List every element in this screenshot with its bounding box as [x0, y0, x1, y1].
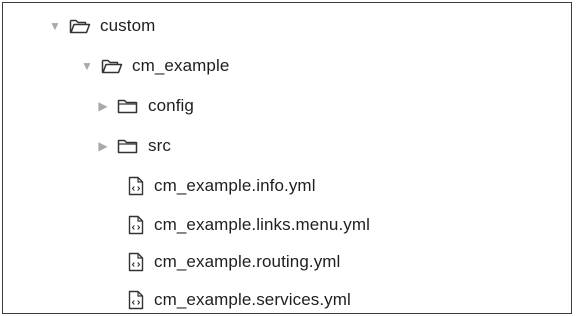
- tree-item-cm-example[interactable]: cm_example: [3, 47, 571, 85]
- file-tree: custom cm_example config: [3, 3, 571, 313]
- folder-open-icon: [69, 19, 91, 34]
- folder-icon: [117, 99, 138, 114]
- code-file-icon: [128, 215, 144, 235]
- tree-item-label: cm_example.links.menu.yml: [154, 215, 371, 234]
- tree-item-label: custom: [100, 16, 156, 35]
- tree-item-links-menu-yml[interactable]: cm_example.links.menu.yml: [3, 206, 571, 244]
- tree-item-config[interactable]: config: [3, 87, 571, 125]
- tree-item-label: cm_example: [132, 56, 230, 75]
- disclosure-triangle-collapsed-icon[interactable]: [97, 100, 109, 112]
- folder-open-icon: [101, 59, 123, 74]
- tree-item-info-yml[interactable]: cm_example.info.yml: [3, 167, 571, 205]
- tree-item-src[interactable]: src: [3, 127, 571, 165]
- disclosure-triangle-expanded-icon[interactable]: [49, 20, 61, 32]
- disclosure-triangle-expanded-icon[interactable]: [81, 60, 93, 72]
- code-file-icon: [128, 176, 144, 196]
- folder-icon: [117, 139, 138, 154]
- disclosure-triangle-collapsed-icon[interactable]: [97, 140, 109, 152]
- tree-item-custom[interactable]: custom: [3, 7, 571, 45]
- code-file-icon: [128, 252, 144, 272]
- tree-item-label: cm_example.services.yml: [154, 290, 351, 309]
- tree-item-label: config: [148, 96, 194, 115]
- tree-item-label: cm_example.routing.yml: [154, 252, 341, 271]
- tree-item-routing-yml[interactable]: cm_example.routing.yml: [3, 243, 571, 281]
- tree-item-services-yml[interactable]: cm_example.services.yml: [3, 281, 571, 313]
- tree-item-label: src: [148, 136, 171, 155]
- file-tree-panel: custom cm_example config: [2, 2, 572, 314]
- code-file-icon: [128, 290, 144, 310]
- tree-item-label: cm_example.info.yml: [154, 176, 316, 195]
